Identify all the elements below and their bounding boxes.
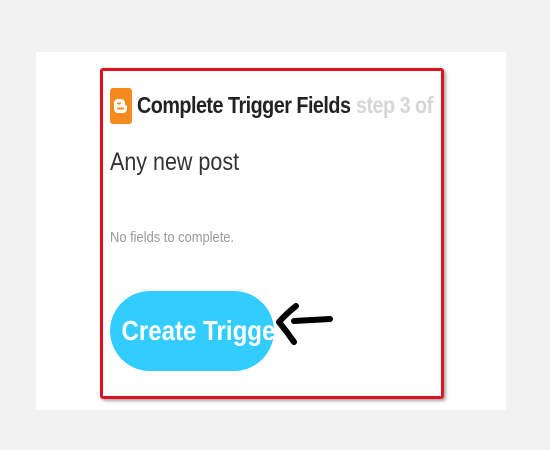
arrow-left-icon <box>276 303 333 345</box>
blogger-glyph <box>114 99 127 113</box>
create-trigger-button[interactable]: Create Trigger <box>110 291 285 371</box>
create-trigger-label: Create Trigger <box>121 315 285 346</box>
trigger-name: Any new post <box>110 148 240 176</box>
no-fields-message: No fields to complete. <box>110 229 235 246</box>
step-indicator: step 3 of 7 <box>356 92 436 118</box>
blogger-icon <box>110 88 132 124</box>
card-header: Complete Trigger Fields step 3 of 7 <box>110 88 436 124</box>
card-title: Complete Trigger Fields <box>137 92 351 118</box>
